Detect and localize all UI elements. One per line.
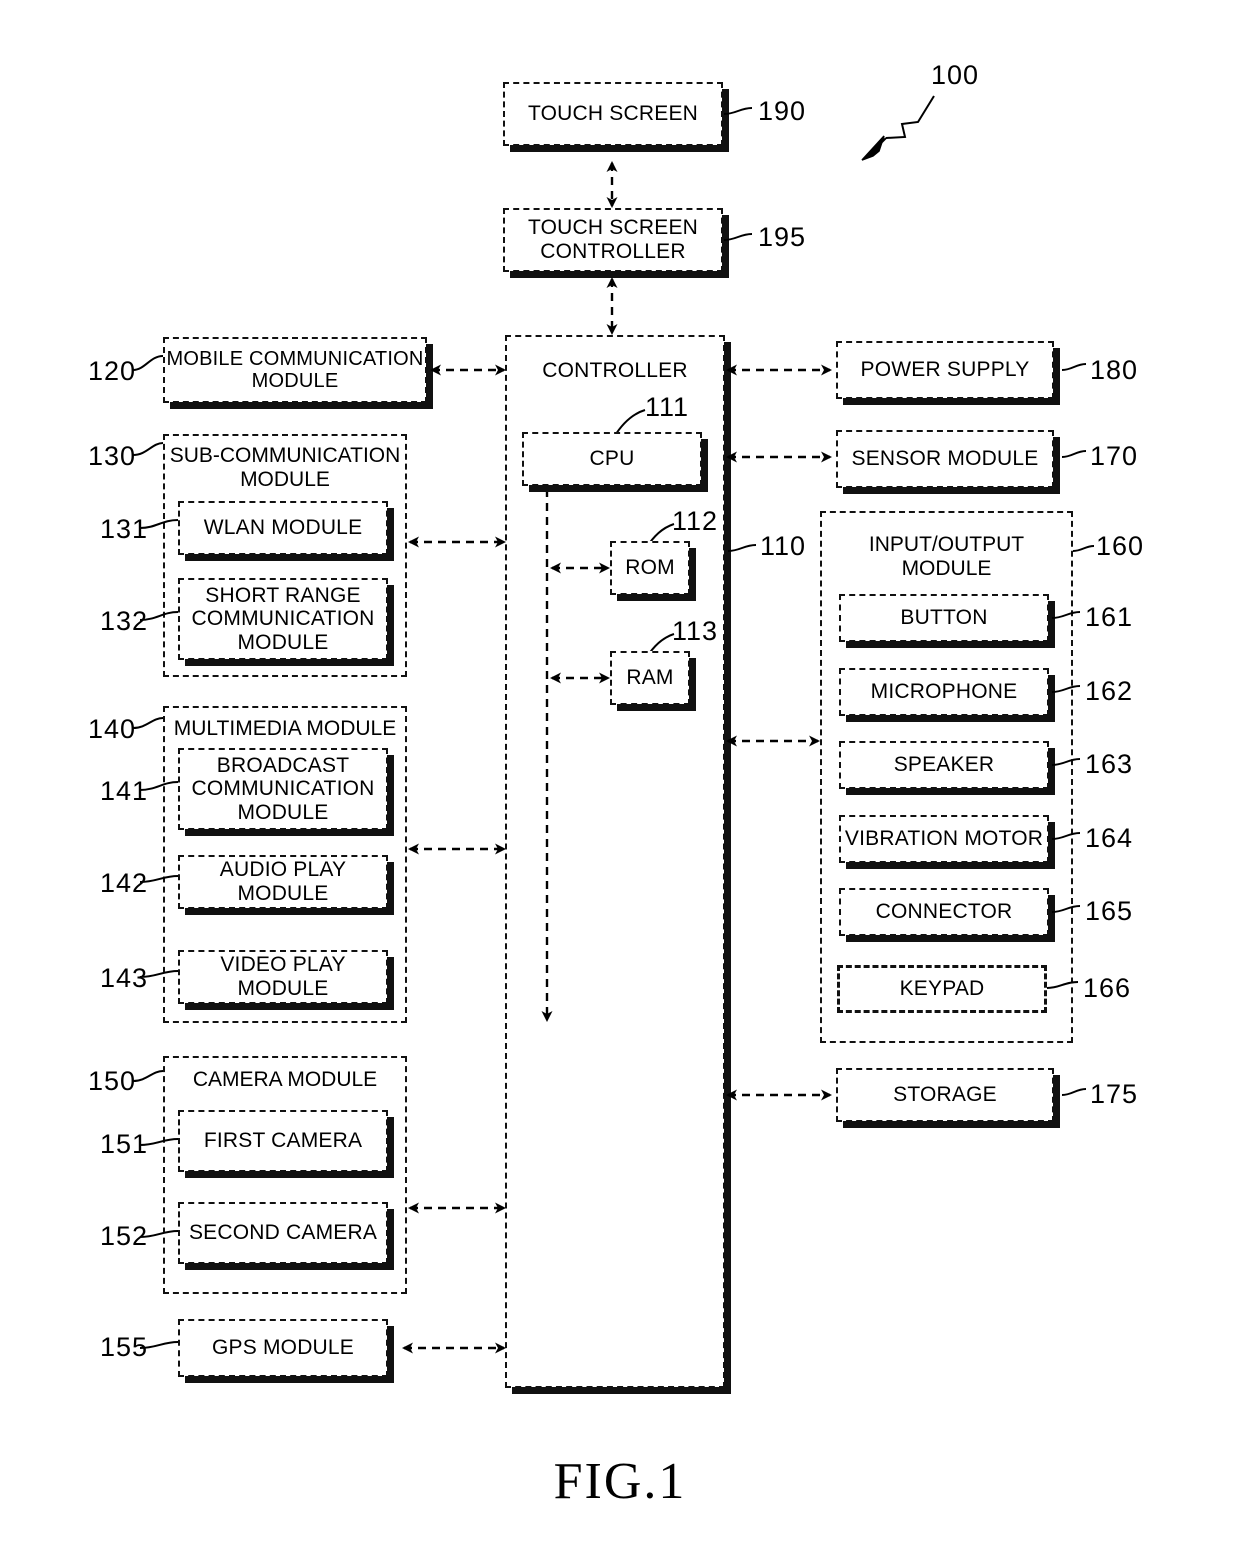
block-microphone[interactable]: MICROPHONE: [839, 668, 1055, 722]
block-rom[interactable]: ROM: [610, 541, 696, 601]
ref-180: 180: [1090, 355, 1139, 385]
block-label: SECOND CAMERA: [188, 1221, 378, 1245]
block-label: MOBILE COMMUNICATION MODULE: [166, 347, 424, 392]
ref-195: 195: [758, 222, 807, 252]
block-label: GPS MODULE: [211, 1336, 355, 1360]
block-storage[interactable]: STORAGE: [836, 1068, 1060, 1128]
ref-111: 111: [645, 392, 690, 422]
block-label: WLAN MODULE: [203, 516, 363, 540]
block-vibration-motor[interactable]: VIBRATION MOTOR: [839, 815, 1055, 869]
ref-151: 151: [100, 1129, 149, 1159]
block-label: VIDEO PLAY MODULE: [220, 953, 346, 1000]
group-title: MULTIMEDIA MODULE: [173, 717, 397, 740]
ref-100: 100: [931, 60, 980, 90]
ref-170: 170: [1090, 441, 1139, 471]
block-short-range-communication-module[interactable]: SHORT RANGE COMMUNICATION MODULE: [178, 578, 394, 666]
block-mobile-communication-module[interactable]: MOBILE COMMUNICATION MODULE: [163, 337, 433, 409]
ref-152: 152: [100, 1221, 149, 1251]
ref-163: 163: [1085, 749, 1134, 779]
block-second-camera[interactable]: SECOND CAMERA: [178, 1202, 394, 1270]
block-broadcast-communication-module[interactable]: BROADCAST COMMUNICATION MODULE: [178, 748, 394, 836]
ref-175: 175: [1090, 1079, 1139, 1109]
block-label: CONTROLLER: [542, 359, 688, 382]
ref-132: 132: [100, 606, 149, 636]
ref-142: 142: [100, 868, 149, 898]
block-label: MICROPHONE: [870, 680, 1018, 704]
block-controller[interactable]: CONTROLLER: [505, 335, 731, 1394]
block-touch-screen-controller[interactable]: TOUCH SCREEN CONTROLLER: [503, 208, 729, 278]
block-video-play-module[interactable]: VIDEO PLAY MODULE: [178, 950, 394, 1010]
block-first-camera[interactable]: FIRST CAMERA: [178, 1110, 394, 1178]
ref-130: 130: [88, 441, 137, 471]
ref-120: 120: [88, 356, 137, 386]
block-ram[interactable]: RAM: [610, 651, 696, 711]
block-gps-module[interactable]: GPS MODULE: [178, 1319, 394, 1383]
block-label: KEYPAD: [899, 977, 985, 1001]
block-label: CONNECTOR: [875, 900, 1013, 924]
ref-110: 110: [760, 531, 807, 561]
block-connector[interactable]: CONNECTOR: [839, 888, 1055, 942]
block-label: STORAGE: [893, 1083, 997, 1107]
block-label: VIBRATION MOTOR: [844, 827, 1044, 851]
ref-141: 141: [100, 776, 149, 806]
ref-190: 190: [758, 96, 807, 126]
group-title: CAMERA MODULE: [192, 1068, 378, 1091]
ref-166: 166: [1083, 973, 1132, 1003]
block-label: SPEAKER: [893, 753, 995, 777]
block-keypad[interactable]: KEYPAD: [837, 965, 1047, 1013]
block-label: SHORT RANGE COMMUNICATION MODULE: [191, 583, 375, 654]
ref-165: 165: [1085, 896, 1134, 926]
block-label: AUDIO PLAY MODULE: [219, 858, 347, 905]
block-speaker[interactable]: SPEAKER: [839, 741, 1055, 795]
ref-160: 160: [1096, 531, 1145, 561]
ref-155: 155: [100, 1332, 149, 1362]
group-title: SUB-COMMUNICATION MODULE: [169, 444, 401, 491]
figure-canvas: TOUCH SCREEN 190 TOUCH SCREEN CONTROLLER…: [0, 0, 1240, 1559]
ref-161: 161: [1085, 602, 1134, 632]
block-label: SENSOR MODULE: [851, 447, 1039, 471]
ref-113: 113: [672, 616, 719, 646]
block-button[interactable]: BUTTON: [839, 594, 1055, 648]
block-sensor-module[interactable]: SENSOR MODULE: [836, 430, 1060, 494]
ref-150: 150: [88, 1066, 137, 1096]
ref-164: 164: [1085, 823, 1134, 853]
group-title: INPUT/OUTPUT MODULE: [868, 533, 1025, 580]
block-label: TOUCH SCREEN: [527, 102, 699, 126]
block-label: BROADCAST COMMUNICATION MODULE: [191, 753, 375, 824]
figure-caption: FIG.1: [553, 1453, 687, 1510]
block-label: TOUCH SCREEN CONTROLLER: [527, 216, 699, 263]
block-label: BUTTON: [900, 606, 988, 630]
block-cpu[interactable]: CPU: [522, 432, 708, 492]
block-power-supply[interactable]: POWER SUPPLY: [836, 341, 1060, 405]
ref-162: 162: [1085, 676, 1134, 706]
block-label: CPU: [589, 447, 635, 471]
ref-140: 140: [88, 714, 137, 744]
block-wlan-module[interactable]: WLAN MODULE: [178, 501, 394, 561]
block-label: ROM: [625, 556, 675, 580]
ref-143: 143: [100, 963, 149, 993]
ref-131: 131: [100, 514, 149, 544]
block-label: POWER SUPPLY: [860, 358, 1030, 382]
block-label: FIRST CAMERA: [203, 1129, 363, 1153]
block-label: RAM: [626, 666, 674, 690]
ref-112: 112: [672, 506, 719, 536]
block-touch-screen[interactable]: TOUCH SCREEN: [503, 82, 729, 152]
block-audio-play-module[interactable]: AUDIO PLAY MODULE: [178, 855, 394, 915]
